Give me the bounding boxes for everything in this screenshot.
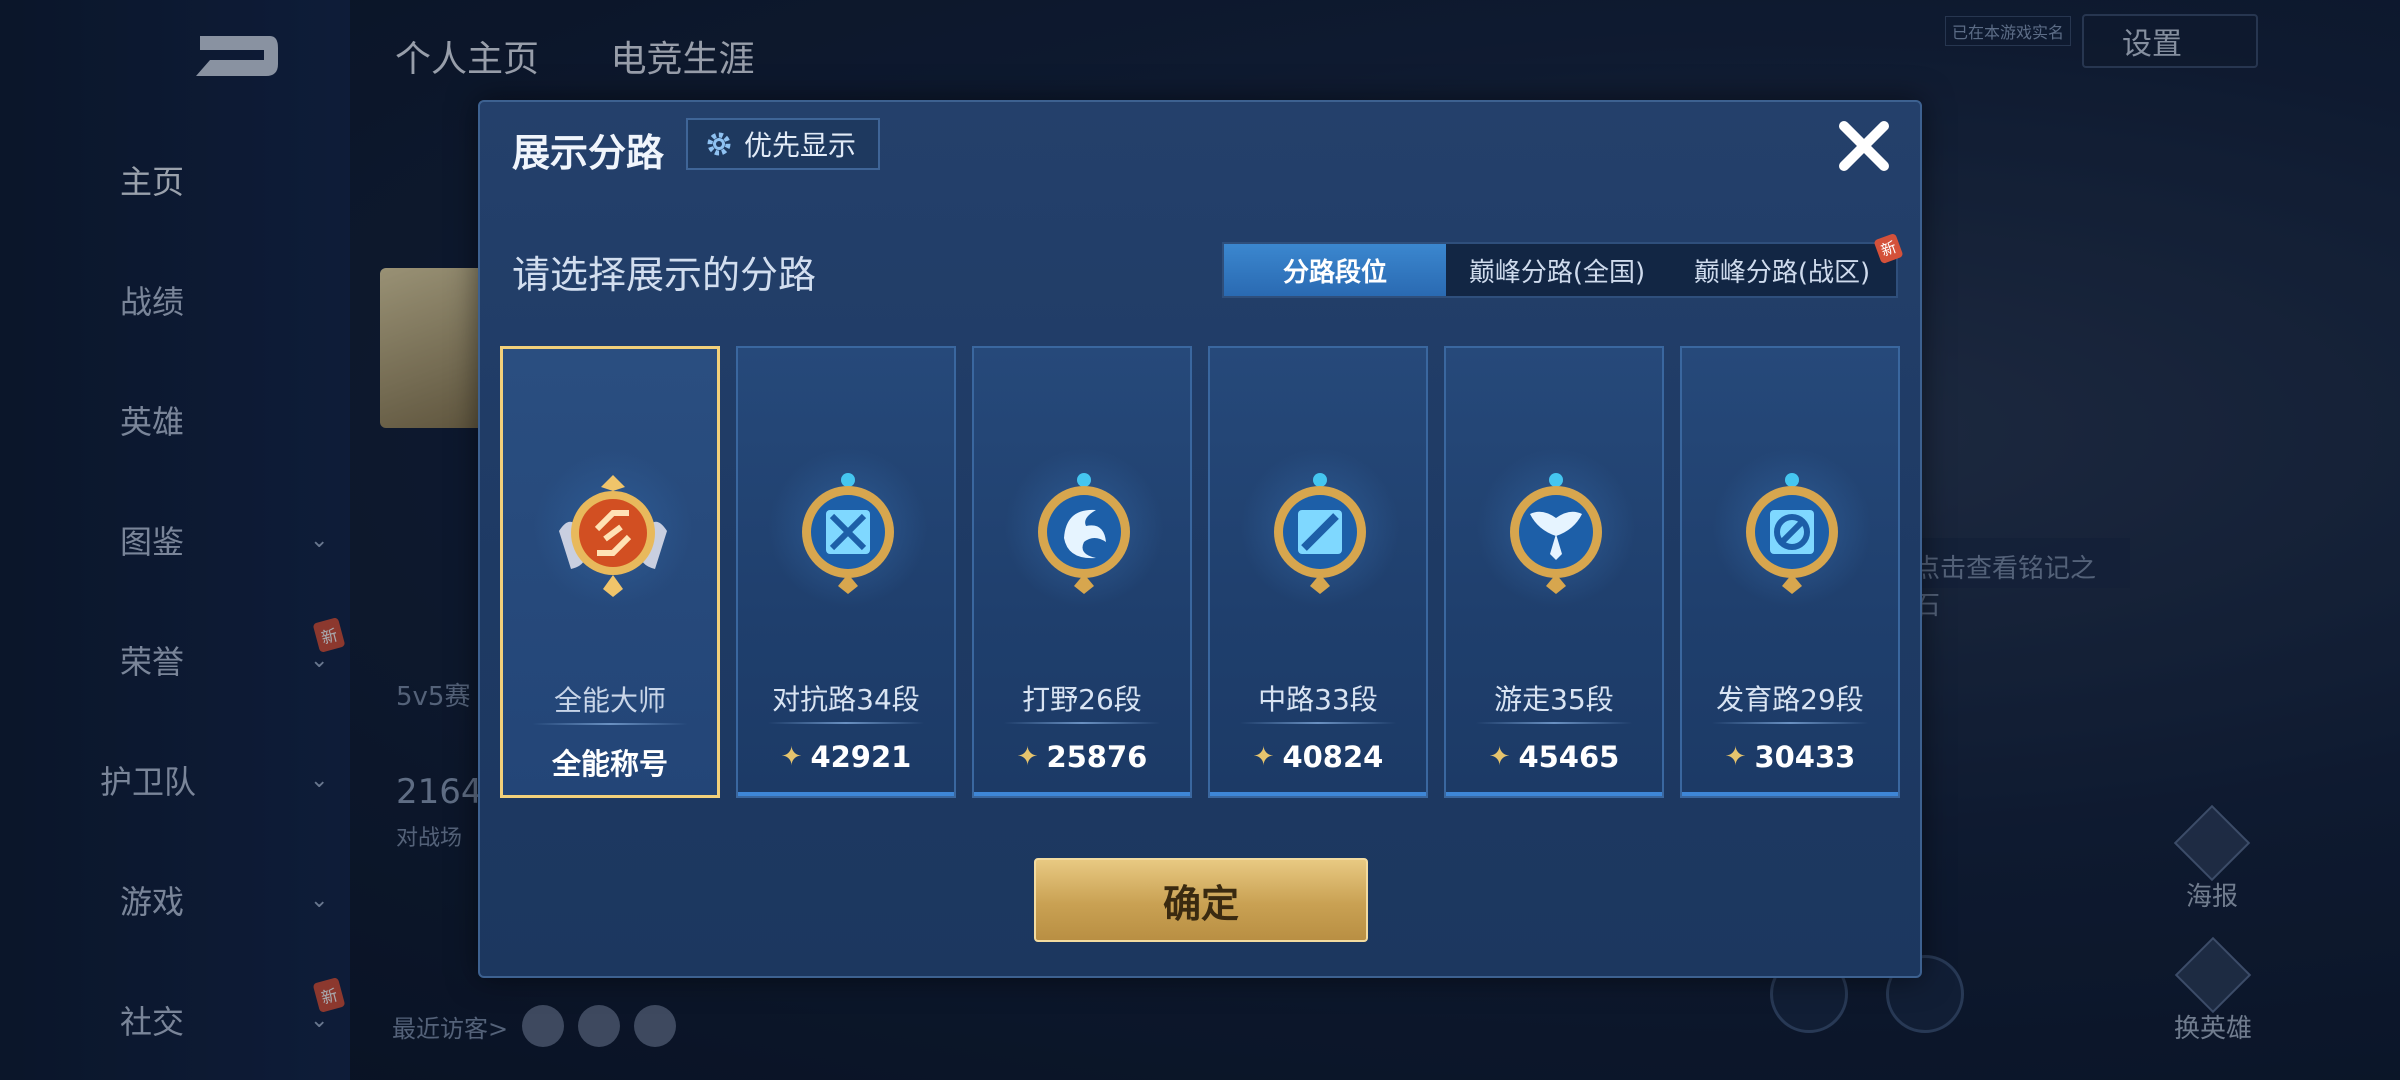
card-divider	[1712, 722, 1868, 724]
power-icon: ✦	[1488, 742, 1511, 772]
close-icon[interactable]	[1832, 114, 1896, 178]
lane-score-value: 30433	[1754, 740, 1856, 774]
lane-score: ✦ 42921	[738, 740, 954, 774]
lane-score-value: 25876	[1046, 740, 1148, 774]
new-badge: 新	[1873, 232, 1904, 265]
selection-prompt: 请选择展示的分路	[512, 253, 817, 297]
power-icon: ✦	[1016, 742, 1039, 772]
lane-name: 发育路29段	[1716, 683, 1864, 716]
lane-name: 打野26段	[1022, 683, 1142, 716]
lane-value-text: 全能称号	[551, 747, 668, 781]
lane-cards: 全能大师 全能称号 对抗路34段 ✦ 42921 打野26段 ✦ 25876 中…	[500, 346, 1904, 798]
mid-lane-emblem-icon	[1274, 473, 1366, 594]
tab-label: 巅峰分路(全国)	[1468, 257, 1646, 288]
card-bottom-glow	[1210, 792, 1426, 796]
lane-name: 中路33段	[1258, 683, 1378, 716]
lane-card-jungle[interactable]: 打野26段 ✦ 25876	[972, 346, 1192, 798]
confirm-button[interactable]: 确定	[1034, 858, 1368, 942]
tab-label: 巅峰分路(战区)	[1693, 257, 1871, 288]
lane-score: ✦ 40824	[1210, 740, 1426, 774]
card-bottom-glow	[738, 792, 954, 796]
lane-score-value: 40824	[1282, 740, 1384, 774]
lane-card-farm[interactable]: 发育路29段 ✦ 30433	[1680, 346, 1900, 798]
lane-value: 全能称号	[503, 741, 717, 783]
tab-label: 分路段位	[1282, 257, 1387, 288]
card-bottom-glow	[1446, 792, 1662, 796]
card-divider	[533, 723, 687, 725]
roam-emblem-icon	[1510, 473, 1602, 594]
power-icon: ✦	[1252, 742, 1275, 772]
lane-tabs: 分路段位 巅峰分路(全国) 巅峰分路(战区) 新	[1222, 232, 1904, 298]
lane-score-value: 42921	[810, 740, 912, 774]
tab-peak-national[interactable]: 巅峰分路(全国)	[1446, 244, 1668, 296]
card-divider	[1004, 722, 1160, 724]
power-icon: ✦	[1724, 742, 1747, 772]
lane-name: 对抗路34段	[772, 683, 920, 716]
lane-score-value: 45465	[1518, 740, 1620, 774]
lane-card-all-round[interactable]: 全能大师 全能称号	[500, 346, 720, 798]
card-divider	[1476, 722, 1632, 724]
lane-card-mid[interactable]: 中路33段 ✦ 40824	[1208, 346, 1428, 798]
lane-name: 全能大师	[553, 684, 666, 717]
priority-label: 优先显示	[744, 129, 857, 162]
lane-card-clash[interactable]: 对抗路34段 ✦ 42921	[736, 346, 956, 798]
card-bottom-glow	[1682, 792, 1898, 796]
farm-lane-emblem-icon	[1746, 473, 1838, 594]
lane-score: ✦ 45465	[1446, 740, 1662, 774]
jungle-emblem-icon	[1038, 473, 1130, 594]
all-round-emblem-icon	[559, 475, 667, 597]
card-divider	[1240, 722, 1396, 724]
card-bottom-glow	[974, 792, 1190, 796]
tab-lane-rank[interactable]: 分路段位	[1224, 244, 1446, 296]
power-icon: ✦	[780, 742, 803, 772]
lane-score: ✦ 25876	[974, 740, 1190, 774]
confirm-label: 确定	[1162, 881, 1239, 926]
tab-peak-region[interactable]: 巅峰分路(战区) 新	[1668, 232, 1904, 296]
card-divider	[768, 722, 924, 724]
lane-name: 游走35段	[1494, 683, 1614, 716]
priority-display-button[interactable]: 优先显示	[686, 118, 881, 170]
lane-score: ✦ 30433	[1682, 740, 1898, 774]
lane-card-roam[interactable]: 游走35段 ✦ 45465	[1444, 346, 1664, 798]
clash-lane-emblem-icon	[802, 473, 894, 594]
gear-icon	[707, 132, 731, 156]
lane-display-dialog: 展示分路 优先显示 请选择展示的分路 分路段位 巅峰分路(全国) 巅峰分路(战区…	[478, 100, 1922, 978]
dialog-title: 展示分路	[512, 131, 665, 175]
